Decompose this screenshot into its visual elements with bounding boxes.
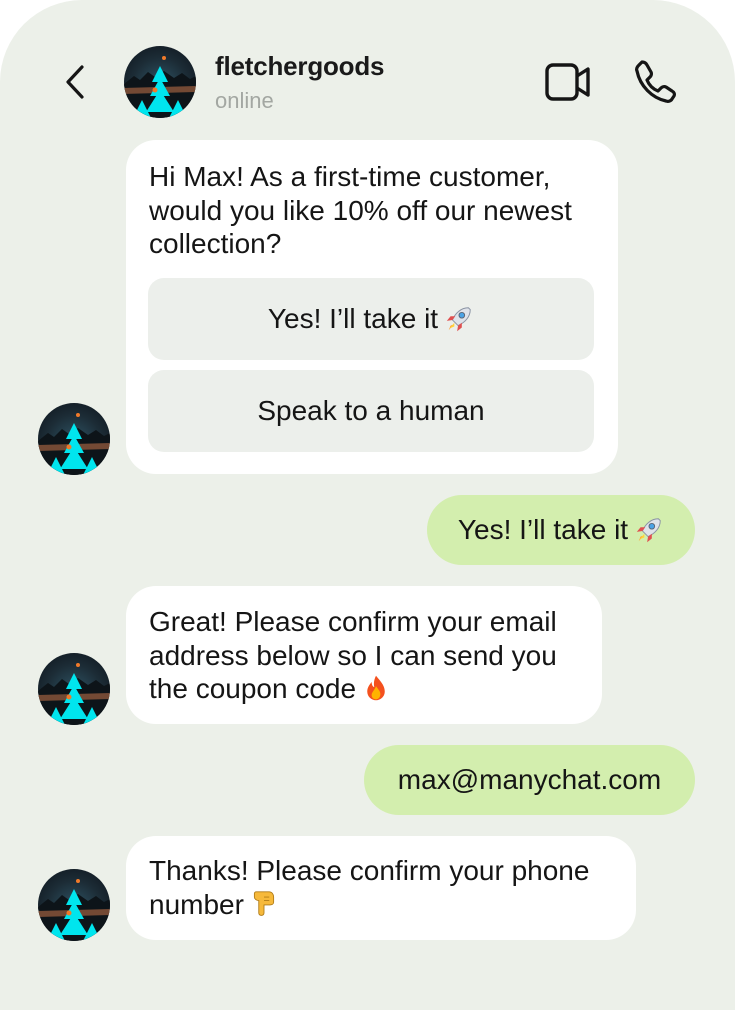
chevron-left-icon[interactable] <box>58 62 98 102</box>
phone-icon[interactable] <box>632 58 678 104</box>
message-text: max@manychat.com <box>397 764 662 795</box>
incoming-message-bubble: Thanks! Please confirm your phone number <box>126 836 636 940</box>
message-text: Thanks! Please confirm your phone number <box>149 855 590 920</box>
quick-reply-label: Yes! I’ll take it <box>267 303 439 335</box>
chat-screen: fletchergoods online Hi Max! As a first-… <box>0 0 735 1010</box>
quick-reply-button-human[interactable]: Speak to a human <box>148 370 594 452</box>
outgoing-message-bubble: Yes! I’ll take it <box>427 495 695 565</box>
message-text: Great! Please confirm your email address… <box>149 606 557 704</box>
quick-reply-label: Speak to a human <box>257 395 485 427</box>
message-text: Yes! I’ll take it <box>457 514 629 545</box>
fire-emoji-icon <box>362 674 390 702</box>
quick-reply-button-yes[interactable]: Yes! I’ll take it <box>148 278 594 360</box>
contact-status: online <box>215 88 274 113</box>
video-camera-icon[interactable] <box>544 60 592 104</box>
sender-avatar <box>38 403 110 475</box>
sender-avatar <box>38 869 110 941</box>
rocket-emoji-icon <box>444 304 474 334</box>
outgoing-message-bubble: max@manychat.com <box>364 745 695 815</box>
message-text: Hi Max! As a first-time customer, would … <box>149 161 572 259</box>
pointing-down-emoji-icon <box>250 890 278 918</box>
incoming-message-bubble: Hi Max! As a first-time customer, would … <box>126 140 618 474</box>
contact-avatar[interactable] <box>124 46 196 118</box>
incoming-message-bubble: Great! Please confirm your email address… <box>126 586 602 724</box>
contact-name[interactable]: fletchergoods <box>215 51 385 82</box>
sender-avatar <box>38 653 110 725</box>
rocket-emoji-icon <box>634 515 664 545</box>
